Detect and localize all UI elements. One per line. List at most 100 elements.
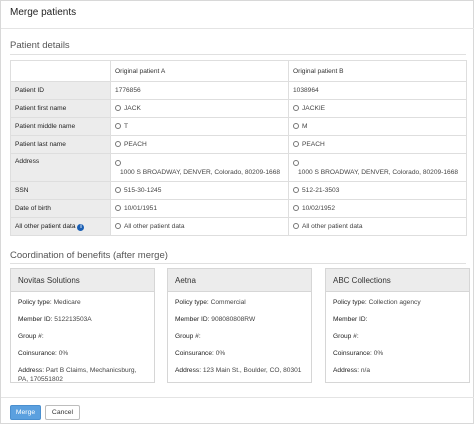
option-label: 10/01/1951 — [124, 205, 158, 212]
field-label: Address: — [333, 367, 360, 374]
first-name-b-option[interactable]: JACKIE — [288, 99, 467, 118]
ssn-a-option[interactable]: 515-30-1245 — [110, 181, 289, 200]
coinsurance-field: Coinsurance: 0% — [18, 350, 147, 359]
other-data-a-option[interactable]: All other patient data — [110, 217, 289, 236]
insurance-card-aetna: Aetna Policy type: Commercial Member ID:… — [167, 268, 312, 383]
field-label: Coinsurance: — [333, 350, 372, 357]
radio-button[interactable] — [293, 187, 299, 193]
field-value: Collection agency — [368, 299, 421, 306]
row-label: Patient middle name — [10, 117, 111, 136]
patient-details-heading: Patient details — [10, 40, 70, 51]
option-label: 1000 S BROADWAY, DENVER, Colorado, 80209… — [298, 168, 459, 176]
radio-button[interactable] — [115, 105, 121, 111]
member-id-field: Member ID: 512213503A — [18, 316, 147, 325]
row-label: All other patient data — [15, 222, 76, 230]
row-middle-name: Patient middle name T M — [10, 117, 467, 136]
other-data-b-option[interactable]: All other patient data — [288, 217, 467, 236]
row-patient-id: Patient ID 1776856 1038964 — [10, 81, 467, 100]
field-label: Member ID: — [175, 316, 210, 323]
header-patient-a: Original patient A — [110, 60, 289, 82]
radio-button[interactable] — [293, 205, 299, 211]
last-name-b-option[interactable]: PEACH — [288, 135, 467, 154]
radio-button[interactable] — [293, 141, 299, 147]
radio-button[interactable] — [115, 205, 121, 211]
row-last-name: Patient last name PEACH PEACH — [10, 135, 467, 154]
field-value: n/a — [360, 367, 371, 374]
patient-a-id: 1776856 — [110, 81, 289, 100]
field-label: Member ID: — [333, 316, 368, 323]
field-value: 512213503A — [54, 316, 92, 323]
middle-name-b-option[interactable]: M — [288, 117, 467, 136]
patient-b-id: 1038964 — [288, 81, 467, 100]
cancel-button[interactable]: Cancel — [45, 405, 80, 420]
option-label: M — [302, 123, 308, 130]
radio-button[interactable] — [293, 159, 299, 166]
ssn-b-option[interactable]: 512-21-3503 — [288, 181, 467, 200]
row-ssn: SSN 515-30-1245 512-21-3503 — [10, 181, 467, 200]
last-name-a-option[interactable]: PEACH — [110, 135, 289, 154]
row-label: Patient first name — [10, 99, 111, 118]
dob-b-option[interactable]: 10/02/1952 — [288, 199, 467, 218]
field-label: Coinsurance: — [175, 350, 214, 357]
merge-patients-dialog: Merge patients Patient details Original … — [0, 0, 474, 424]
info-icon[interactable]: i — [77, 223, 85, 231]
cob-divider — [10, 263, 466, 264]
radio-button[interactable] — [115, 223, 121, 229]
option-label: 10/02/1952 — [302, 205, 336, 212]
field-label: Policy type: — [18, 299, 52, 306]
address-field: Address: n/a — [333, 367, 462, 376]
field-label: Group #: — [18, 333, 44, 340]
policy-type-field: Policy type: Commercial — [175, 299, 304, 308]
policy-type-field: Policy type: Collection agency — [333, 299, 462, 308]
address-field: Address: Part B Claims, Mechanicsburg, P… — [18, 367, 147, 384]
field-value: 123 Main St., Boulder, CO, 80301 — [202, 367, 302, 374]
header-blank — [10, 60, 111, 82]
field-value: Commercial — [210, 299, 246, 306]
option-label: 512-21-3503 — [302, 187, 340, 194]
address-field: Address: 123 Main St., Boulder, CO, 8030… — [175, 367, 304, 376]
field-label: Member ID: — [18, 316, 53, 323]
field-label: Policy type: — [333, 299, 367, 306]
radio-button[interactable] — [293, 105, 299, 111]
radio-button[interactable] — [115, 141, 121, 147]
middle-name-a-option[interactable]: T — [110, 117, 289, 136]
row-label: SSN — [10, 181, 111, 200]
title-divider — [1, 28, 474, 29]
table-header-row: Original patient A Original patient B — [10, 60, 467, 82]
option-label: All other patient data — [124, 223, 185, 230]
option-label: All other patient data — [302, 223, 363, 230]
header-patient-b: Original patient B — [288, 60, 467, 82]
radio-button[interactable] — [115, 159, 121, 166]
patient-details-table: Original patient A Original patient B Pa… — [10, 60, 467, 236]
field-value: Medicare — [53, 299, 81, 306]
address-b-option[interactable]: 1000 S BROADWAY, DENVER, Colorado, 80209… — [288, 153, 467, 182]
field-label: Policy type: — [175, 299, 209, 306]
field-value: 0% — [215, 350, 226, 357]
address-a-option[interactable]: 1000 S BROADWAY, DENVER, Colorado, 80209… — [110, 153, 289, 182]
radio-button[interactable] — [293, 123, 299, 129]
option-label: T — [124, 123, 129, 130]
option-label: JACK — [124, 105, 141, 112]
row-date-of-birth: Date of birth 10/01/1951 10/02/1952 — [10, 199, 467, 218]
row-label: Address — [10, 153, 111, 182]
group-field: Group #: — [18, 333, 147, 342]
member-id-field: Member ID: 908080808RW — [175, 316, 304, 325]
dob-a-option[interactable]: 10/01/1951 — [110, 199, 289, 218]
coinsurance-field: Coinsurance: 0% — [175, 350, 304, 359]
coinsurance-field: Coinsurance: 0% — [333, 350, 462, 359]
group-field: Group #: — [333, 333, 462, 342]
card-title: Aetna — [168, 269, 311, 292]
first-name-a-option[interactable]: JACK — [110, 99, 289, 118]
patient-details-divider — [10, 54, 466, 55]
radio-button[interactable] — [293, 223, 299, 229]
row-label-all-other: All other patient data i — [10, 217, 111, 236]
option-label: PEACH — [124, 141, 147, 148]
merge-button[interactable]: Merge — [10, 405, 41, 420]
field-label: Address: — [18, 367, 45, 374]
insurance-card-abc-collections: ABC Collections Policy type: Collection … — [325, 268, 470, 383]
option-label: PEACH — [302, 141, 325, 148]
row-label: Date of birth — [10, 199, 111, 218]
radio-button[interactable] — [115, 187, 121, 193]
field-value: 0% — [58, 350, 69, 357]
radio-button[interactable] — [115, 123, 121, 129]
